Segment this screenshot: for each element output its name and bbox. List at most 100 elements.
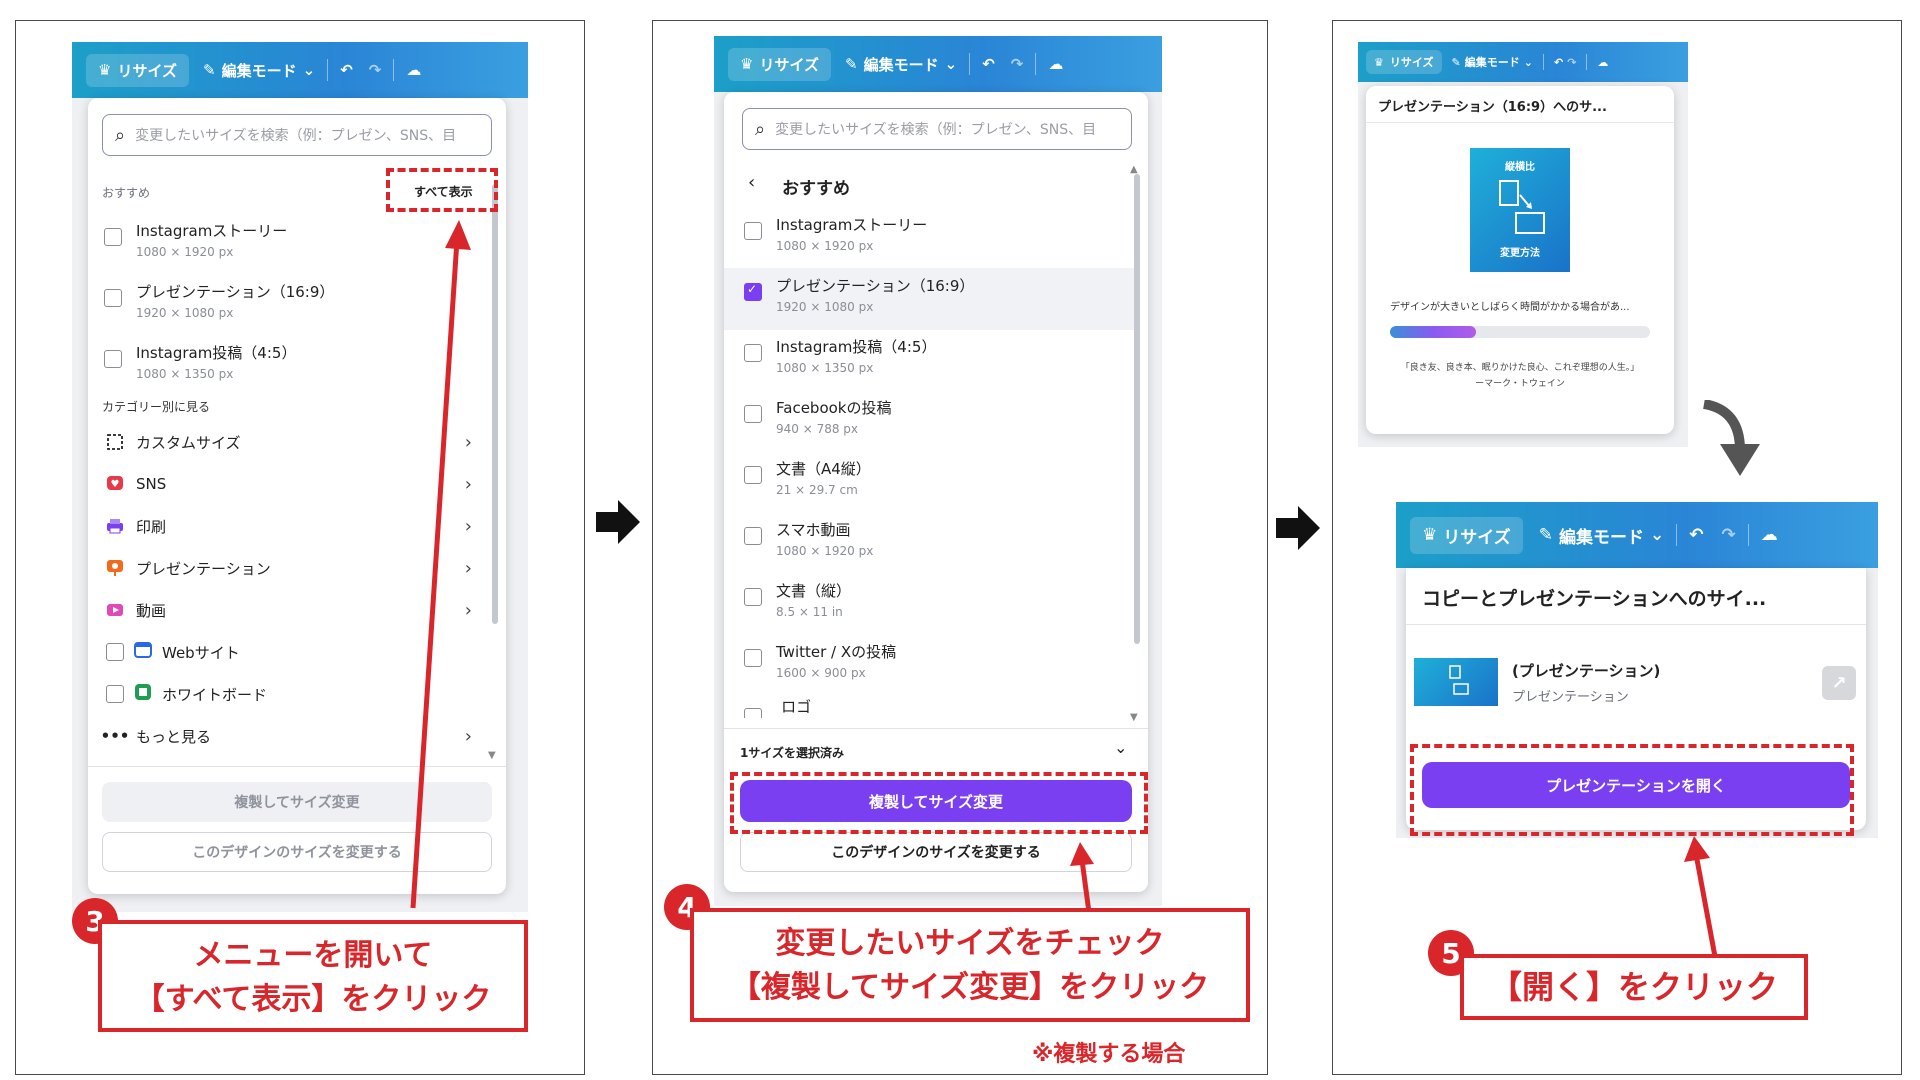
- size-option-row[interactable]: スマホ動画 1080 × 1920 px: [744, 519, 1124, 558]
- aspect-ratio-icon: [1499, 180, 1545, 234]
- size-option-row-partial[interactable]: ロゴ: [744, 696, 1124, 718]
- back-button[interactable]: ‹: [748, 172, 755, 193]
- resize-button[interactable]: ♛ リサイズ: [1366, 50, 1442, 74]
- size-name: Instagram投稿（4:5）: [776, 338, 937, 356]
- undo-icon[interactable]: ↶: [982, 55, 995, 73]
- resize-button[interactable]: ♛ リサイズ: [86, 53, 190, 87]
- open-button-highlight: [1410, 744, 1854, 836]
- redo-icon[interactable]: ↷: [1011, 55, 1024, 73]
- size-dimensions: 1920 × 1080 px: [776, 300, 874, 314]
- size-dimensions: 1600 × 900 px: [776, 666, 866, 680]
- size-option-row[interactable]: Instagram投稿（4:5） 1080 × 1350 px: [744, 336, 1124, 375]
- resize-button[interactable]: ♛ リサイズ: [728, 47, 832, 81]
- website-icon: [134, 641, 152, 663]
- redo-icon[interactable]: ↷: [1722, 525, 1736, 545]
- size-option-row[interactable]: Instagramストーリー 1080 × 1920 px: [744, 214, 1124, 253]
- next-step-arrow-icon: [596, 498, 640, 550]
- size-name: スマホ動画: [776, 521, 851, 539]
- scroll-up-arrow-icon[interactable]: ▲: [1130, 164, 1138, 175]
- cloud-saved-icon[interactable]: ☁: [1597, 56, 1608, 69]
- panel-divider: [1366, 122, 1674, 123]
- selected-count[interactable]: 1サイズを選択済み: [740, 744, 844, 761]
- size-option-row[interactable]: 文書（縦） 8.5 × 11 in: [744, 580, 1124, 619]
- next-step-arrow-icon: [1276, 504, 1320, 556]
- scroll-down-arrow-icon[interactable]: ▼: [488, 750, 496, 761]
- whiteboard-checkbox[interactable]: [106, 685, 124, 703]
- cloud-saved-icon[interactable]: ☁: [1761, 525, 1778, 545]
- size-checkbox[interactable]: [744, 222, 762, 240]
- size-dimensions: 1080 × 1350 px: [136, 367, 234, 381]
- recommended-title: おすすめ: [782, 179, 850, 199]
- callout-line: 【開く】をクリック: [1489, 968, 1778, 1006]
- search-icon: ⌕: [115, 124, 126, 146]
- size-checkbox[interactable]: [744, 708, 762, 718]
- presentation-icon: [102, 559, 128, 577]
- edit-mode-button[interactable]: 編集モード: [864, 54, 939, 75]
- crown-icon: ♛: [98, 61, 112, 79]
- resize-label: リサイズ: [117, 61, 178, 80]
- result-name: (プレゼンテーション): [1512, 662, 1661, 680]
- edit-mode-button[interactable]: 編集モード: [222, 60, 297, 81]
- search-icon: ⌕: [755, 118, 766, 140]
- size-checkbox[interactable]: [744, 588, 762, 606]
- size-name: Twitter / Xの投稿: [776, 643, 897, 661]
- edit-mode-button[interactable]: 編集モード: [1559, 523, 1644, 548]
- size-dimensions: 1080 × 1350 px: [776, 361, 874, 375]
- copy-note: ※複製する場合: [1032, 1042, 1186, 1067]
- resize-button[interactable]: ♛ リサイズ: [1410, 516, 1523, 554]
- size-checkbox-checked[interactable]: [744, 282, 762, 301]
- size-checkbox[interactable]: [744, 527, 762, 545]
- aspect-ratio-icon: [1449, 665, 1469, 695]
- callout-arrow: [1684, 836, 1719, 963]
- size-checkbox[interactable]: [744, 466, 762, 484]
- undo-icon[interactable]: ↶: [340, 61, 353, 79]
- redo-icon[interactable]: ↷: [1567, 56, 1576, 69]
- size-search-input[interactable]: ⌕ 変更したいサイズを検索（例：プレゼン、SNS、目: [742, 108, 1132, 150]
- redo-icon[interactable]: ↷: [369, 61, 382, 79]
- size-checkbox[interactable]: [104, 350, 122, 368]
- size-checkbox[interactable]: [104, 289, 122, 307]
- size-checkbox[interactable]: [744, 344, 762, 362]
- open-external-icon[interactable]: ↗: [1822, 666, 1856, 700]
- step5-toolbar-small: ♛ リサイズ ✎ 編集モード ⌄ ↶ ↷ ☁: [1358, 42, 1688, 82]
- size-option-row[interactable]: プレゼンテーション（16:9） 1920 × 1080 px: [744, 275, 1124, 314]
- progress-title: プレゼンテーション（16:9）へのサ...: [1378, 100, 1607, 115]
- size-checkbox[interactable]: [744, 405, 762, 423]
- chevron-down-icon: ⌄: [302, 61, 316, 79]
- size-dimensions: 1080 × 1920 px: [776, 239, 874, 253]
- video-icon: [102, 601, 128, 619]
- panel-scrollbar[interactable]: [1134, 174, 1140, 644]
- size-checkbox[interactable]: [744, 649, 762, 667]
- size-dimensions: 940 × 788 px: [776, 422, 859, 436]
- panel-divider: [1406, 624, 1866, 625]
- size-option-row[interactable]: 文書（A4縦） 21 × 29.7 cm: [744, 458, 1124, 497]
- undo-icon[interactable]: ↶: [1689, 525, 1703, 545]
- size-search-input[interactable]: ⌕ 変更したいサイズを検索（例：プレゼン、SNS、目: [102, 114, 492, 156]
- edit-mode-button[interactable]: 編集モード: [1465, 54, 1520, 70]
- quote-author: ーマーク・トウェイン: [1475, 379, 1565, 389]
- toolbar-divider: [1542, 54, 1544, 70]
- size-name: 文書（縦）: [776, 582, 852, 600]
- progress-bar-track: [1390, 326, 1650, 338]
- size-dimensions: 21 × 29.7 cm: [776, 483, 858, 497]
- cloud-saved-icon[interactable]: ☁: [406, 61, 421, 79]
- category-label: SNS: [136, 475, 167, 493]
- size-option-row[interactable]: Twitter / Xの投稿 1600 × 900 px: [744, 641, 1124, 680]
- toolbar-divider: [1747, 524, 1749, 546]
- size-option-row[interactable]: Facebookの投稿 940 × 788 px: [744, 397, 1124, 436]
- size-dimensions: 8.5 × 11 in: [776, 605, 843, 619]
- thumbnail-title: 縦横比: [1505, 162, 1535, 173]
- step4-callout: 変更したいサイズをチェック 【複製してサイズ変更】をクリック: [690, 908, 1250, 1022]
- website-checkbox[interactable]: [106, 643, 124, 661]
- recommended-label: おすすめ: [102, 186, 151, 200]
- panel-scrollbar[interactable]: [492, 184, 498, 624]
- chevron-down-icon[interactable]: ⌄: [1114, 738, 1127, 757]
- scroll-down-arrow-icon[interactable]: ▼: [1130, 712, 1138, 723]
- cloud-saved-icon[interactable]: ☁: [1048, 55, 1063, 73]
- callout-arrow: [410, 220, 471, 909]
- resize-label: リサイズ: [1389, 56, 1434, 69]
- callout-line: 変更したいサイズをチェック: [775, 926, 1165, 961]
- undo-icon[interactable]: ↶: [1554, 56, 1563, 69]
- size-dimensions: 1080 × 1920 px: [136, 245, 234, 259]
- size-checkbox[interactable]: [104, 228, 122, 246]
